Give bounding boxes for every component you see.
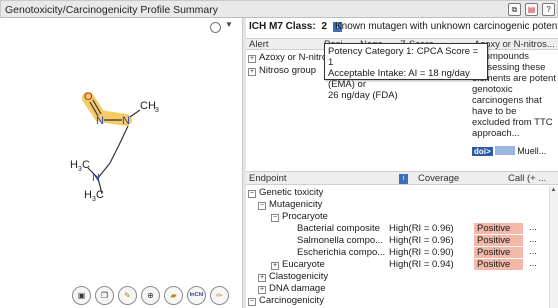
- endpoint-label: Bacterial composite: [297, 223, 380, 234]
- chevron-down-icon[interactable]: ▼: [225, 20, 233, 29]
- clipboard-icon[interactable]: ▣: [72, 286, 91, 305]
- endpoint-label: Eucaryote: [282, 259, 325, 270]
- tooltip-line-3: 26 ng/day (FDA): [328, 90, 398, 101]
- collapse-icon[interactable]: −: [248, 190, 256, 198]
- call-badge: Positive: [474, 235, 523, 246]
- bond: [119, 125, 129, 144]
- col-alert[interactable]: Alert: [249, 39, 269, 50]
- tree-row[interactable]: Bacterial composite: [297, 223, 380, 234]
- expand-icon[interactable]: +: [271, 262, 279, 270]
- expand-icon[interactable]: +: [258, 274, 266, 282]
- tree-row[interactable]: + Clastogenicity: [258, 271, 328, 282]
- tree-row[interactable]: − Genetic toxicity: [248, 187, 323, 198]
- endpoints-panel: Endpoint i Coverage Call (+ ... − Genetic…: [246, 171, 558, 308]
- reference-author[interactable]: Muell...: [517, 146, 546, 156]
- copy-doc-icon[interactable]: ❐: [95, 286, 114, 305]
- folder-icon[interactable]: ▰: [164, 286, 183, 305]
- edit-structure-icon[interactable]: ✎: [118, 286, 137, 305]
- zoom-icon[interactable]: ⊕: [141, 286, 160, 305]
- title-bar: Genotoxicity/Carcinogenicity Profile Sum…: [0, 0, 558, 18]
- coverage-value: High(RI = 0.96): [389, 235, 454, 246]
- pencil-icon[interactable]: ✏: [210, 286, 229, 305]
- endpoints-grid-header: Endpoint i Coverage Call (+ ...: [246, 172, 558, 185]
- info-icon[interactable]: i: [399, 174, 408, 184]
- ich-class-line: ICH M7 Class: 2 i: [249, 21, 342, 32]
- help-icon[interactable]: ?: [542, 3, 555, 16]
- call-badge: Positive: [474, 247, 523, 258]
- coverage-value: High(RI = 0.94): [389, 259, 454, 270]
- tree-row[interactable]: + Eucaryote: [271, 259, 325, 270]
- endpoint-label: Escherichia compo...: [297, 247, 386, 258]
- atom-h3c-2-c: C: [96, 189, 104, 201]
- more-button[interactable]: ...: [529, 234, 537, 245]
- view-radio[interactable]: [210, 22, 221, 33]
- endpoint-label: Procaryote: [282, 211, 328, 222]
- endpoint-label: Clastogenicity: [269, 271, 329, 282]
- col-coverage[interactable]: Coverage: [418, 173, 459, 184]
- collapse-icon[interactable]: −: [271, 214, 279, 222]
- endpoint-label: Carcinogenicity: [259, 295, 324, 306]
- copy-icon[interactable]: ⧉: [508, 3, 521, 16]
- collapse-icon[interactable]: −: [248, 298, 256, 306]
- structure-pane: ▼ O N N CH 3 N H 3 C H 3 C ▣ ❐ ✎ ⊕ ▰ InC…: [0, 18, 243, 308]
- collapse-icon[interactable]: −: [258, 202, 266, 210]
- potency-tooltip: Potency Category 1: CPCA Score = 1 Accep…: [324, 43, 488, 101]
- ich-class-label: ICH M7 Class:: [249, 21, 316, 32]
- more-button[interactable]: ...: [529, 246, 537, 257]
- endpoint-label: DNA damage: [269, 283, 326, 294]
- alert-label: Nitroso group: [259, 65, 317, 76]
- reference-row: doi> Muell...: [472, 146, 546, 156]
- endpoint-label: Genetic toxicity: [259, 187, 324, 198]
- tree-row[interactable]: Salmonella compo...: [297, 235, 383, 246]
- more-button[interactable]: ...: [529, 258, 537, 269]
- bond: [109, 142, 121, 164]
- tree-row[interactable]: + DNA damage: [258, 283, 326, 294]
- atom-h3c-1-h: H: [70, 159, 78, 171]
- expand-icon[interactable]: +: [258, 286, 266, 294]
- col-call[interactable]: Call (+ ...: [508, 173, 546, 184]
- alert-row[interactable]: + Azoxy or N-nitros: [248, 52, 332, 63]
- endpoint-label: Mutagenicity: [269, 199, 323, 210]
- tree-row[interactable]: − Procaryote: [271, 211, 328, 222]
- call-badge: Positive: [474, 259, 523, 270]
- bond: [129, 109, 141, 118]
- tree-row[interactable]: − Carcinogenicity: [248, 295, 324, 306]
- alert-row[interactable]: + Nitroso group: [248, 65, 316, 76]
- expand-icon[interactable]: +: [248, 68, 256, 76]
- atom-h3c-2-h: H: [84, 189, 92, 201]
- pubmed-icon[interactable]: [494, 146, 515, 155]
- molecule-structure: O N N CH 3 N H 3 C H 3 C: [70, 91, 159, 203]
- ich-class-description: Known mutagen with unknown carcinogenic …: [335, 21, 558, 32]
- inchi-icon[interactable]: InChI: [187, 286, 206, 305]
- atom-h3c-1-c: C: [82, 159, 90, 171]
- scroll-up-icon[interactable]: ▲: [550, 187, 557, 194]
- ich-class-value: 2: [321, 21, 328, 32]
- alert-label: Azoxy or N-nitros: [259, 52, 332, 63]
- call-badge: Positive: [474, 223, 523, 234]
- tooltip-line-2: Acceptable Intake: AI = 18 ng/day (EMA) …: [328, 68, 470, 90]
- atom-n3: N: [92, 172, 100, 184]
- atom-sub3-top: 3: [155, 107, 159, 114]
- tree-row[interactable]: − Mutagenicity: [258, 199, 322, 210]
- pdf-icon[interactable]: ▤: [525, 3, 538, 16]
- vertical-scrollbar[interactable]: ▲: [549, 186, 558, 308]
- coverage-value: High(RI = 0.90): [389, 247, 454, 258]
- tree-row[interactable]: Escherichia compo...: [297, 247, 385, 258]
- atom-o: O: [84, 91, 93, 103]
- window-title: Genotoxicity/Carcinogenicity Profile Sum…: [5, 4, 218, 16]
- atom-n2: N: [122, 115, 130, 127]
- endpoint-label: Salmonella compo...: [297, 235, 384, 246]
- col-endpoint[interactable]: Endpoint: [249, 173, 287, 184]
- atom-n1: N: [96, 115, 104, 127]
- coverage-value: High(RI = 0.96): [389, 223, 454, 234]
- more-button[interactable]: ...: [529, 222, 537, 233]
- doi-badge[interactable]: doi>: [472, 147, 493, 156]
- tooltip-line-1: Potency Category 1: CPCA Score = 1: [328, 46, 479, 68]
- atom-me-top: CH: [140, 100, 156, 112]
- expand-icon[interactable]: +: [248, 55, 256, 63]
